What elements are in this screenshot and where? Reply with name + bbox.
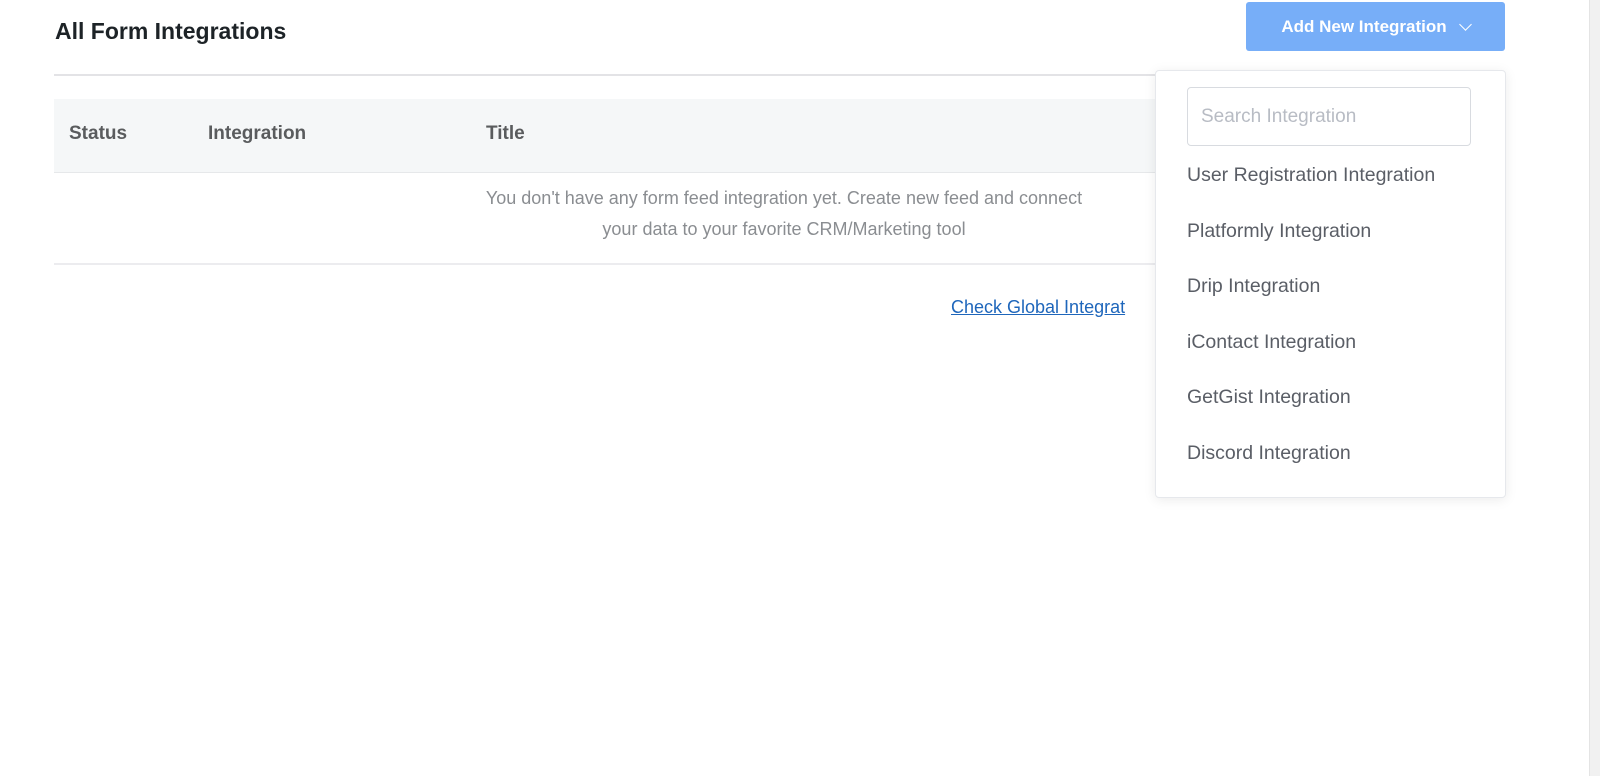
menu-item-platformly[interactable]: Platformly Integration: [1187, 220, 1371, 243]
integration-dropdown: User Registration Integration Platformly…: [1155, 70, 1506, 498]
page-title: All Form Integrations: [55, 18, 287, 44]
empty-message: You don't have any form feed integration…: [434, 183, 1134, 245]
chevron-down-icon: [1458, 17, 1472, 31]
add-new-integration-label: Add New Integration: [1281, 16, 1447, 36]
column-header-integration: Integration: [208, 123, 307, 144]
menu-item-user-registration[interactable]: User Registration Integration: [1187, 164, 1435, 187]
column-header-title: Title: [486, 123, 525, 144]
empty-message-line-2: your data to your favorite CRM/Marketing…: [602, 219, 966, 239]
menu-item-drip[interactable]: Drip Integration: [1187, 275, 1320, 298]
menu-item-icontact[interactable]: iContact Integration: [1187, 331, 1356, 354]
search-integration-input[interactable]: [1187, 87, 1471, 146]
column-header-status: Status: [69, 123, 128, 144]
check-global-integrations-link[interactable]: Check Global Integrat: [951, 297, 1125, 318]
menu-item-discord[interactable]: Discord Integration: [1187, 442, 1351, 465]
menu-item-getgist[interactable]: GetGist Integration: [1187, 386, 1351, 409]
add-new-integration-button[interactable]: Add New Integration: [1246, 2, 1505, 51]
empty-message-line-1: You don't have any form feed integration…: [485, 188, 1083, 208]
page-scrollbar[interactable]: [1589, 0, 1600, 776]
